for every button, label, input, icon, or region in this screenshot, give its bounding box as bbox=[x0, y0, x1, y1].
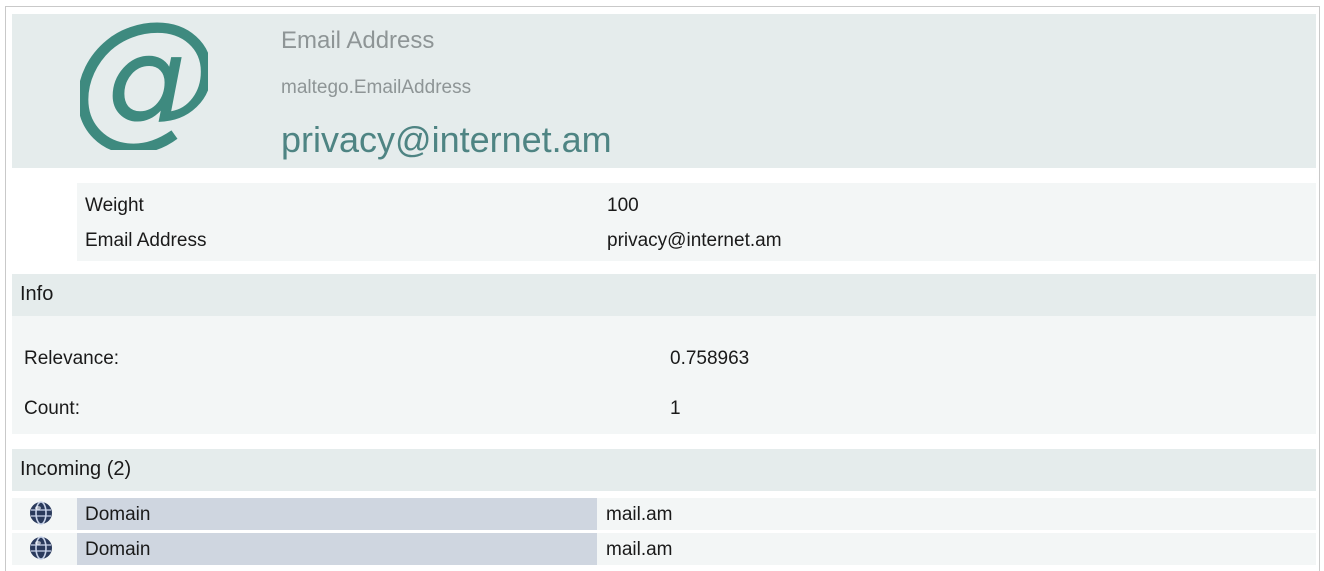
info-section-header[interactable]: Info bbox=[12, 274, 1316, 316]
property-key: Weight bbox=[85, 195, 144, 216]
link-entity-type-label: Domain bbox=[85, 504, 151, 525]
incoming-section-title: Incoming (2) bbox=[20, 458, 132, 480]
link-entity-value[interactable]: mail.am bbox=[606, 504, 673, 526]
link-entity-type: Domain bbox=[77, 498, 597, 530]
info-section-title: Info bbox=[20, 283, 54, 305]
domain-globe-icon bbox=[30, 536, 52, 560]
entity-class-label: maltego.EmailAddress bbox=[281, 77, 472, 98]
at-sign-icon: @ bbox=[80, 10, 208, 150]
info-section-body: Relevance: 0.758963 Count: 1 bbox=[12, 316, 1316, 434]
link-entity-type: Domain bbox=[77, 533, 597, 565]
domain-globe-icon bbox=[30, 501, 52, 525]
incoming-link-row[interactable]: Domain mail.am bbox=[12, 533, 1316, 565]
count-label: Count: bbox=[24, 398, 80, 419]
properties-table: Weight 100 Email Address privacy@interne… bbox=[77, 183, 1316, 261]
property-value[interactable]: privacy@internet.am bbox=[607, 230, 782, 252]
property-key: Email Address bbox=[85, 230, 207, 251]
link-entity-type-label: Domain bbox=[85, 539, 151, 560]
count-value: 1 bbox=[670, 398, 681, 419]
link-entity-value[interactable]: mail.am bbox=[606, 539, 673, 561]
svg-text:@: @ bbox=[80, 10, 208, 150]
incoming-link-row[interactable]: Domain mail.am bbox=[12, 498, 1316, 530]
relevance-value: 0.758963 bbox=[670, 348, 750, 369]
entity-value-title[interactable]: privacy@internet.am bbox=[281, 119, 612, 161]
incoming-section-header[interactable]: Incoming (2) bbox=[12, 449, 1316, 491]
property-value[interactable]: 100 bbox=[607, 195, 639, 217]
entity-type-label: Email Address bbox=[281, 27, 435, 54]
relevance-label: Relevance: bbox=[24, 348, 120, 369]
